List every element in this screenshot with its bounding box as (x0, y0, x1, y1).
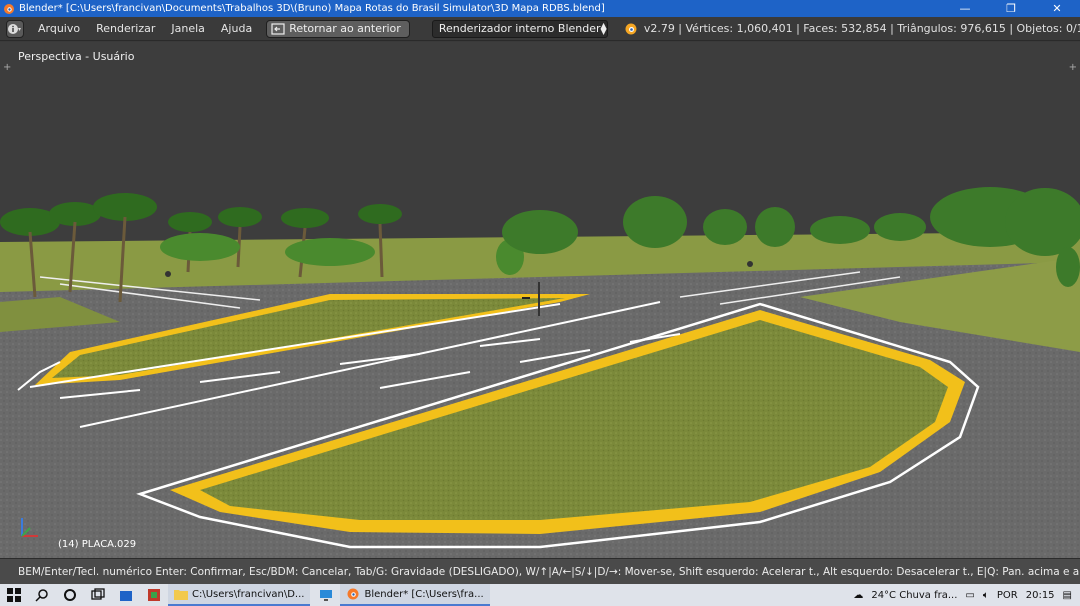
minimize-button[interactable]: — (942, 0, 988, 17)
windows-start-icon[interactable] (0, 584, 28, 606)
system-tray: ☁ 24°C Chuva fra... ▭ 🔈︎ POR 20:15 ▤ (853, 590, 1080, 601)
taskbar-app-explorer[interactable]: C:\Users\francivan\D... (168, 584, 311, 606)
weather-text[interactable]: 24°C Chuva fra... (871, 590, 957, 601)
status-bar-text: BEM/Enter/Tecl. numérico Enter: Confirma… (18, 565, 1080, 578)
store-icon[interactable] (112, 584, 140, 606)
weather-icon[interactable]: ☁ (853, 590, 863, 601)
stats-text: v2.79 | Vértices: 1,060,401 | Faces: 532… (643, 22, 1080, 35)
window-titlebar: Blender* [C:\Users\francivan\Documents\T… (0, 0, 1080, 17)
notifications-icon[interactable]: ▤ (1063, 590, 1072, 601)
blender-logo-icon (347, 588, 359, 600)
task-view-icon[interactable] (84, 584, 112, 606)
render-engine-value: Renderizador interno Blender (438, 22, 601, 35)
menu-arquivo[interactable]: Arquivo (30, 22, 88, 35)
active-object-label: (14) PLACA.029 (58, 539, 137, 550)
menu-renderizar[interactable]: Renderizar (88, 22, 163, 35)
monitor-app-icon[interactable] (312, 584, 340, 606)
os-taskbar: C:\Users\francivan\D... Blender* [C:\Use… (0, 584, 1080, 606)
status-bar: BEM/Enter/Tecl. numérico Enter: Confirma… (0, 558, 1080, 584)
cortana-icon[interactable] (56, 584, 84, 606)
3d-viewport[interactable]: Perspectiva - Usuário + + (14) PLACA.029 (0, 42, 1080, 558)
view-perspective-label: Perspectiva - Usuário (18, 50, 135, 63)
properties-expand-icon[interactable]: + (1069, 62, 1077, 73)
maximize-button[interactable]: ❐ (988, 0, 1034, 17)
info-icon (8, 23, 21, 34)
updown-arrows-icon: ▲ ▼ (600, 20, 607, 36)
window-title: Blender* [C:\Users\francivan\Documents\T… (19, 3, 605, 14)
clock[interactable]: 20:15 (1026, 590, 1055, 601)
editor-type-selector[interactable] (6, 19, 24, 38)
scene-render (0, 42, 1080, 558)
screen-back-icon (271, 22, 285, 35)
back-button-label: Retornar ao anterior (289, 22, 401, 35)
folder-icon (174, 590, 188, 600)
blender-logo-icon (4, 3, 14, 14)
network-icon[interactable]: ▭ (965, 590, 974, 601)
scene-stats: v2.79 | Vértices: 1,060,401 | Faces: 532… (624, 22, 1080, 36)
blender-logo-icon (625, 23, 637, 34)
taskbar-app-explorer-label: C:\Users\francivan\D... (192, 588, 305, 600)
toolshelf-expand-icon[interactable]: + (3, 62, 11, 73)
menu-janela[interactable]: Janela (163, 22, 213, 35)
axis-gizmo-icon (21, 518, 38, 537)
menu-ajuda[interactable]: Ajuda (213, 22, 260, 35)
app-icon[interactable] (140, 584, 168, 606)
back-to-previous-button[interactable]: Retornar ao anterior (266, 19, 410, 38)
search-icon[interactable] (28, 584, 56, 606)
taskbar-app-blender-label: Blender* [C:\Users\fra... (364, 588, 484, 600)
close-button[interactable]: ✕ (1034, 0, 1080, 17)
language-label[interactable]: POR (997, 590, 1018, 601)
info-header: Arquivo Renderizar Janela Ajuda Retornar… (0, 17, 1080, 41)
volume-icon[interactable]: 🔈︎ (983, 590, 989, 601)
taskbar-app-blender[interactable]: Blender* [C:\Users\fra... (340, 584, 490, 606)
render-engine-dropdown[interactable]: Renderizador interno Blender ▲ ▼ (431, 19, 608, 38)
